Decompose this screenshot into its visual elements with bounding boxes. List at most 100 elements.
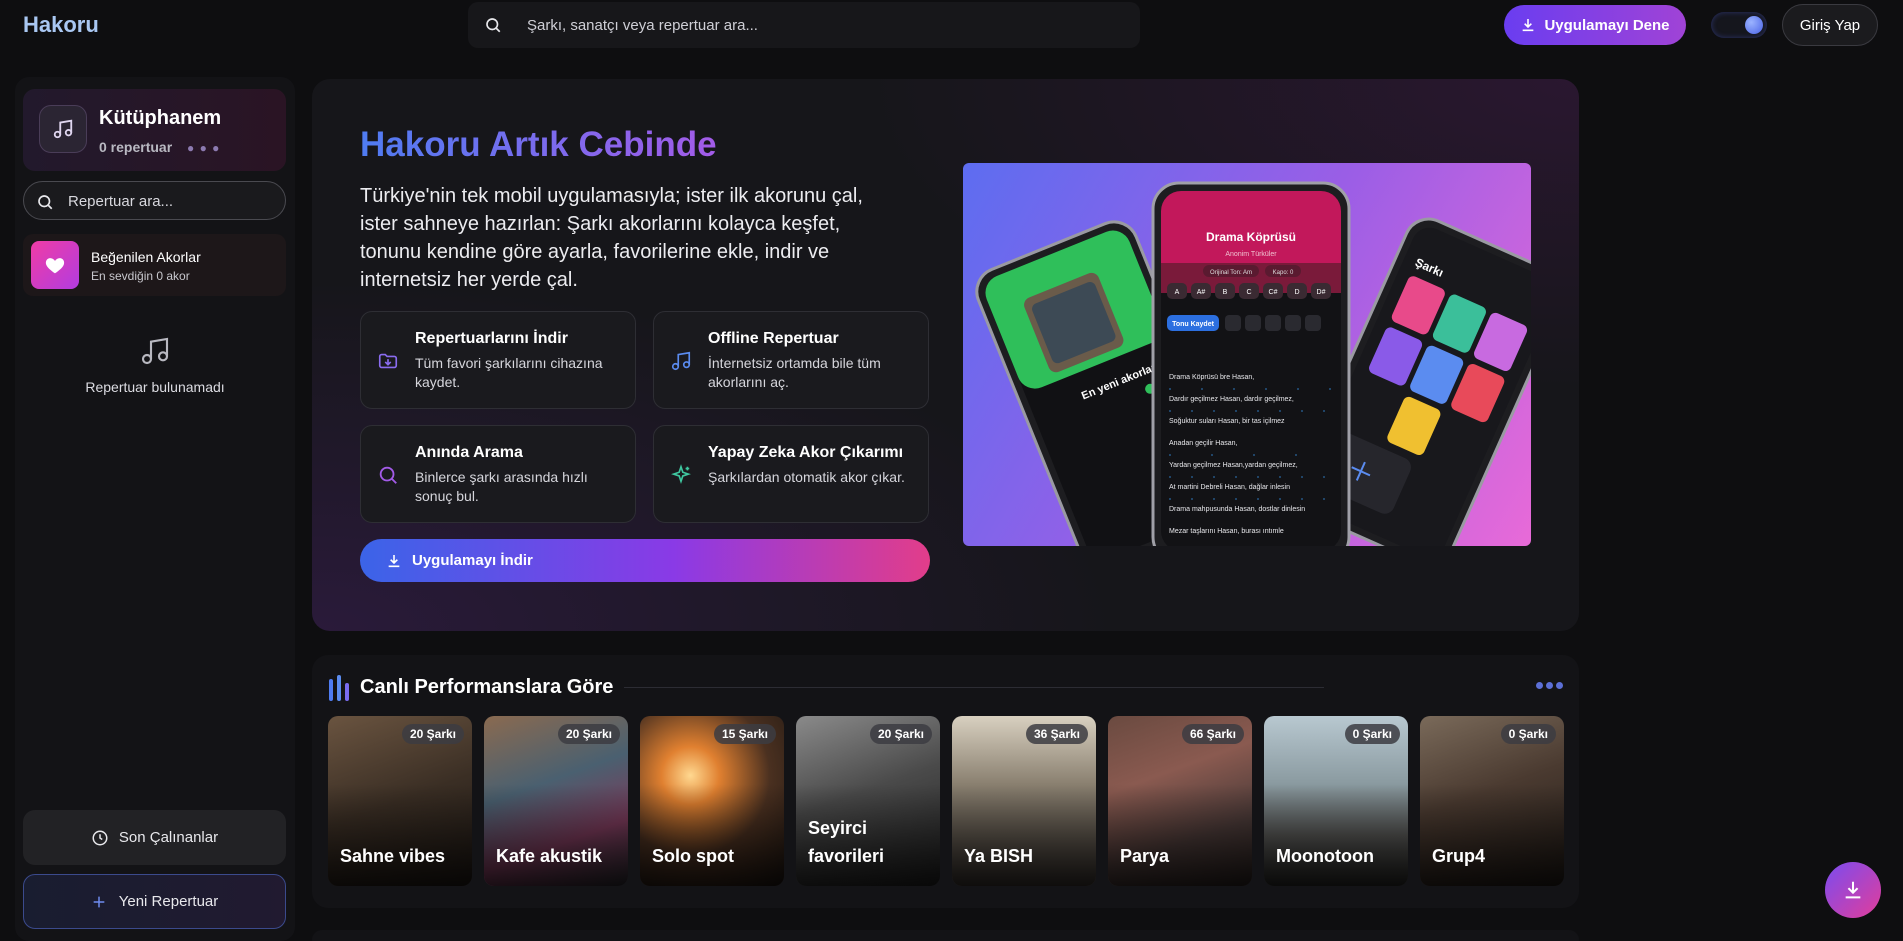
more-dots-icon[interactable] [1536,682,1563,689]
try-app-label: Uygulamayı Dene [1544,16,1670,34]
recent-played-label: Son Çalınanlar [118,829,219,846]
library-count: 0 repertuar [99,139,173,155]
empty-music-icon [141,337,169,365]
key-chip: D# [1317,289,1326,296]
song-count-badge: 36 Şarkı [1025,724,1088,744]
center-phone-mockup: Drama Köprüsü Anonim Türküler Orijinal T… [1151,181,1351,546]
plus-icon [93,896,105,907]
feature-card-offline: Offline Repertuar İnternetsiz ortamda bi… [653,311,929,409]
download-icon [388,554,400,567]
download-app-button[interactable]: Uygulamayı İndir [360,539,930,582]
phone-song-title: Drama Köprüsü [1206,230,1296,244]
liked-title: Beğenilen Akorlar [91,249,201,265]
sparkle-icon [671,464,691,485]
feature-desc: İnternetsiz ortamda bile tüm akorlarını … [708,355,881,390]
more-dots-icon[interactable]: ● ● ● [187,141,220,155]
key-chip: C# [1269,289,1278,296]
playlist-card[interactable]: 20 Şarkı Sahne vibes [328,716,472,886]
new-repertoire-label: Yeni Repertuar [118,893,219,910]
library-title: Kütüphanem [99,107,222,129]
phone-artist: Anonim Türküler [1225,251,1277,258]
playlist-card[interactable]: 36 Şarkı Ya BISH [952,716,1096,886]
repertoire-search-input[interactable]: Repertuar ara... [68,193,173,210]
search-input[interactable]: Şarkı, sanatçı veya repertuar ara... [527,17,758,34]
lyric-line: Drama Köprüsü bre Hasan, [1169,374,1254,381]
key-chip: B [1223,289,1228,296]
key-chip: D [1294,289,1299,296]
playlist-name: Sahne vibes [340,846,446,866]
lyric-line: Anadan geçilir Hasan, [1169,440,1238,447]
clock-icon [92,830,108,845]
feature-title: Anında Arama [415,444,523,461]
playlist-card[interactable]: 20 Şarkı Seyirci favorileri [796,716,940,886]
playlist-card[interactable]: 20 Şarkı Kafe akustik [484,716,628,886]
toggle-knob [1745,16,1763,34]
key-chip: A [1175,289,1180,296]
app-preview-image: En yeni akorlar Şarkı Drama Köprüsü Anon… [963,163,1531,546]
lyric-line: Soğuktur suları Hasan, bir tas içilmez [1169,418,1285,425]
song-count-badge: 20 Şarkı [557,724,620,744]
global-search[interactable]: Şarkı, sanatçı veya repertuar ara... [468,2,1140,48]
playlist-name: Seyirci favorileri [808,818,885,866]
liked-subtitle: En sevdiğin 0 akor [91,269,190,283]
song-count-badge: 20 Şarkı [401,724,464,744]
download-icon [1845,881,1861,899]
download-icon [1523,19,1534,32]
phone-capo: Kapo: 0 [1273,270,1294,276]
login-button[interactable]: Giriş Yap [1782,4,1878,46]
save-tone-label: Tonu Kaydet [1172,321,1215,328]
liked-chords-item[interactable]: Beğenilen Akorlar En sevdiğin 0 akor [23,234,286,296]
playlist-name: Grup4 [1432,846,1486,866]
search-icon [38,195,53,210]
theme-toggle[interactable] [1711,12,1767,38]
hero-banner: Hakoru Artık Cebinde Türkiye'nin tek mob… [312,79,1579,631]
lyric-line: Mezar taşlarını Hasan, burası ıntımle [1169,528,1284,535]
try-app-button[interactable]: Uygulamayı Dene [1504,5,1686,45]
lyric-line: Yardan geçilmez Hasan,yardan geçilmez, [1169,462,1298,469]
search-icon [486,18,501,33]
hero-title: Hakoru Artık Cebinde [360,125,717,164]
feature-card-ai: Yapay Zeka Akor Çıkarımı Şarkılardan oto… [653,425,929,523]
playlist-name: Moonotoon [1276,846,1374,866]
playlist-card[interactable]: 15 Şarkı Solo spot [640,716,784,886]
section-divider [624,687,1324,688]
song-count-badge: 0 Şarkı [1344,724,1400,744]
library-card[interactable]: Kütüphanem 0 repertuar ● ● ● [23,89,286,171]
playlist-card[interactable]: 66 Şarkı Parya [1108,716,1252,886]
app-logo[interactable]: Hakoru [23,12,99,38]
key-chip: C [1246,289,1251,296]
repertoire-search[interactable]: Repertuar ara... [23,181,286,220]
playlist-card[interactable]: 0 Şarkı Moonotoon [1264,716,1408,886]
new-repertoire-button[interactable]: Yeni Repertuar [23,874,286,929]
equalizer-icon [329,675,349,701]
recent-played-button[interactable]: Son Çalınanlar [23,810,286,865]
sidebar: Kütüphanem 0 repertuar ● ● ● Repertuar a… [15,77,295,941]
feature-title: Offline Repertuar [708,330,839,347]
playlist-name: Parya [1120,846,1170,866]
lyric-line: Drama mahpusunda Hasan, dostlar dinlesin [1169,506,1305,513]
feature-desc: Binlerce şarkı arasında hızlı sonuç bul. [415,469,588,504]
playlist-name: Ya BISH [964,846,1034,866]
feature-card-download: Repertuarlarını İndir Tüm favori şarkıla… [360,311,636,409]
search-icon [379,466,397,484]
download-fab-button[interactable] [1825,862,1881,918]
heart-icon [31,241,79,289]
section-title: Canlı Performanslara Göre [360,676,614,698]
lyric-line: Dardır geçilmez Hasan, dardır geçilmez, [1169,396,1294,403]
lyric-line: At martini Debreli Hasan, dağlar inlesin [1169,484,1290,491]
key-chip: A# [1197,289,1206,296]
top-bar: Hakoru Şarkı, sanatçı veya repertuar ara… [0,0,1903,50]
feature-desc: Şarkılardan otomatik akor çıkar. [708,469,905,485]
song-count-badge: 15 Şarkı [713,724,776,744]
download-folder-icon [378,353,398,369]
hero-description: Türkiye'nin tek mobil uygulamasıyla; ist… [360,185,863,291]
empty-state-text: Repertuar bulunamadı [85,379,225,395]
feature-desc: Tüm favori şarkılarını cihazına kaydet. [415,355,603,390]
playlist-name: Solo spot [652,846,734,866]
download-app-label: Uygulamayı İndir [412,552,533,569]
music-note-icon [671,351,691,371]
playlist-card[interactable]: 0 Şarkı Grup4 [1420,716,1564,886]
music-note-icon [39,105,87,153]
feature-card-search: Anında Arama Binlerce şarkı arasında hız… [360,425,636,523]
next-section [312,930,1579,941]
